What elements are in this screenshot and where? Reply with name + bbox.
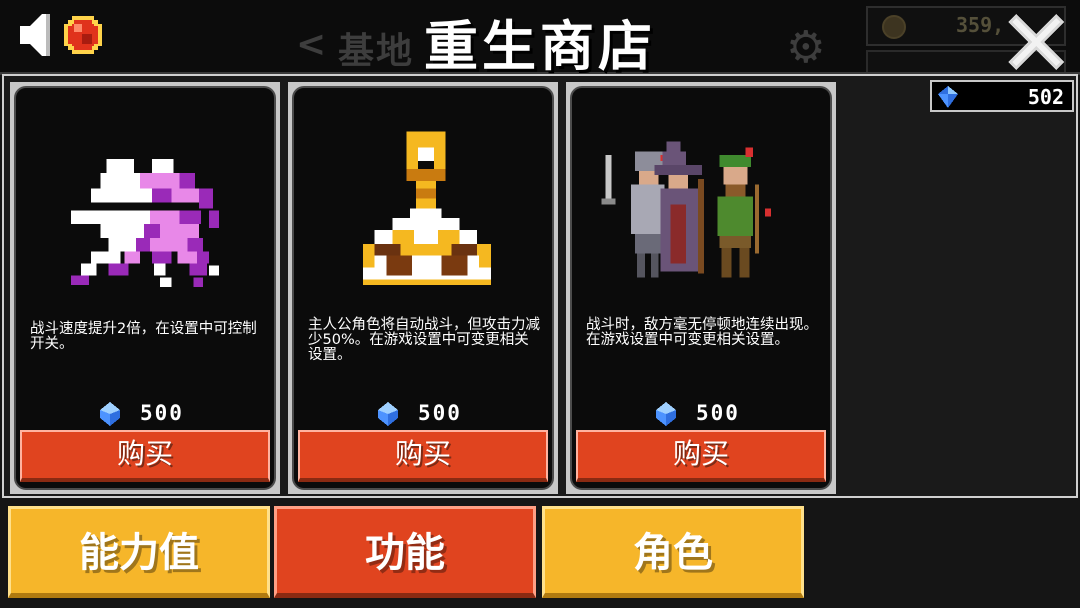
price-value: 500	[696, 401, 740, 425]
tab-stats[interactable]: 能力值	[8, 506, 270, 598]
price-value: 500	[140, 401, 184, 425]
background-coin-value: 359,	[956, 13, 1005, 37]
card-body: 战斗速度提升2倍，在设置中可控制开关。 500 购买	[14, 86, 276, 490]
key-pudding-art	[362, 131, 491, 286]
gem-icon	[100, 402, 120, 426]
background-back-arrow: <	[296, 24, 327, 65]
purple-creature-art	[71, 159, 219, 288]
ruby-gem-icon[interactable]	[62, 14, 104, 56]
gem-balance-value: 502	[1027, 85, 1064, 109]
buy-button[interactable]: 购买	[298, 430, 548, 482]
gem-icon	[656, 402, 676, 426]
gem-balance: 502	[930, 80, 1074, 112]
background-gear-icon: ⚙	[786, 22, 826, 73]
card-body: 战斗时，敌方毫无停顿地连续出现。在游戏设置中可变更相关设置。 500 购买	[570, 86, 832, 490]
shop-card-continuous-enemies: 战斗时，敌方毫无停顿地连续出现。在游戏设置中可变更相关设置。 500 购买	[566, 82, 836, 494]
shop-card-speed: 战斗速度提升2倍，在设置中可控制开关。 500 购买	[10, 82, 280, 494]
price-row: 500	[294, 400, 552, 428]
sound-icon[interactable]	[20, 12, 54, 58]
buy-button[interactable]: 购买	[576, 430, 826, 482]
shop-card-auto-battle: 主人公角色将自动战斗，但攻击力减少50%。在游戏设置中可变更相关设置。 500 …	[288, 82, 558, 494]
page-title: 重生商店	[424, 15, 656, 78]
card-body: 主人公角色将自动战斗，但攻击力减少50%。在游戏设置中可变更相关设置。 500 …	[292, 86, 554, 490]
buy-button[interactable]: 购买	[20, 430, 270, 482]
price-value: 500	[418, 401, 462, 425]
gem-icon	[378, 402, 398, 426]
background-coin-icon	[882, 15, 906, 39]
tab-features[interactable]: 功能	[274, 506, 536, 598]
price-row: 500	[16, 400, 274, 428]
top-bar: < 基地 ⚙ 359, 重生商店	[0, 0, 1080, 78]
close-icon[interactable]	[1006, 12, 1066, 72]
tab-characters[interactable]: 角色	[542, 506, 804, 598]
price-row: 500	[572, 400, 830, 428]
card-description: 战斗速度提升2倍，在设置中可控制开关。	[30, 321, 257, 352]
gem-icon	[938, 86, 958, 108]
card-description: 战斗时，敌方毫无停顿地连续出现。在游戏设置中可变更相关设置。	[586, 317, 818, 348]
three-heroes-art	[601, 141, 771, 278]
card-description: 主人公角色将自动战斗，但攻击力减少50%。在游戏设置中可变更相关设置。	[308, 317, 540, 363]
